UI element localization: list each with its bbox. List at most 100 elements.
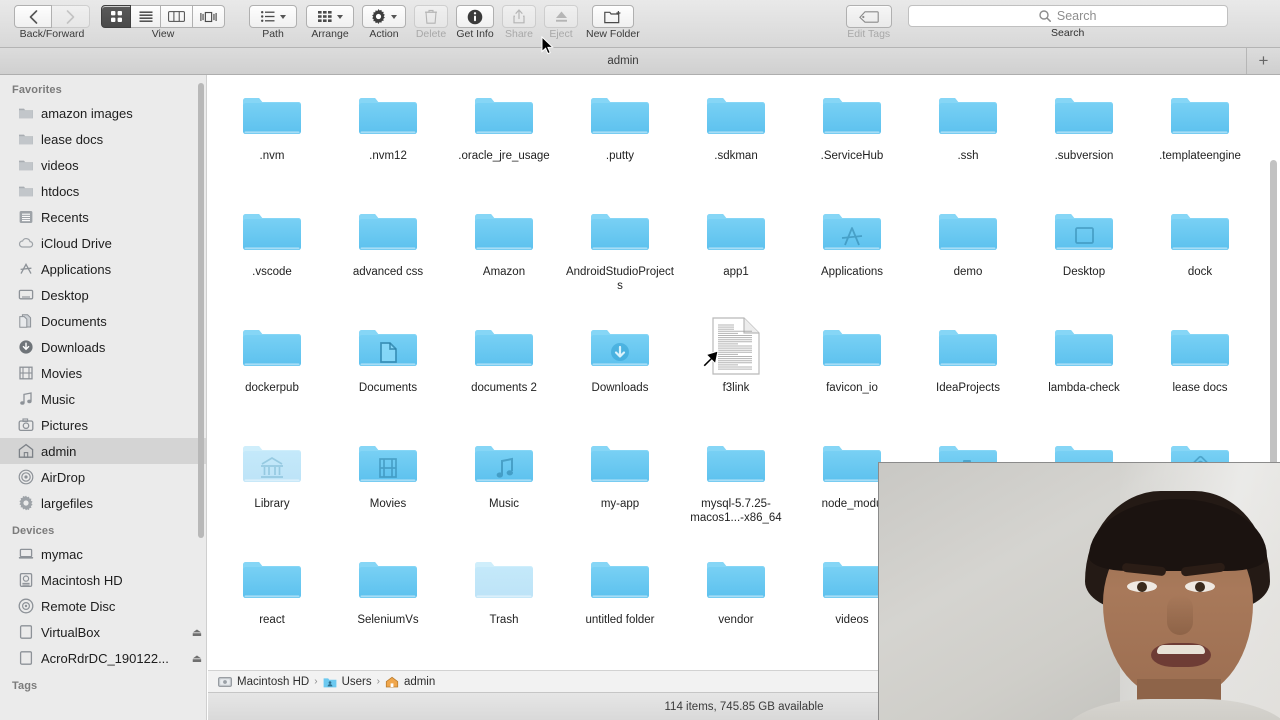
file-item[interactable]: my-app [562,429,678,511]
file-item[interactable]: favicon_io [794,313,910,395]
sidebar-item-music[interactable]: Music [0,386,206,412]
sidebar-item-mymac[interactable]: mymac [0,541,206,567]
sidebar-item-amazon-images[interactable]: amazon images [0,100,206,126]
sidebar-item-applications[interactable]: Applications [0,256,206,282]
file-item[interactable]: Downloads [562,313,678,395]
harddisk-icon [218,676,232,687]
file-item[interactable]: .nvm [214,81,330,163]
sidebar-item-remote-disc[interactable]: Remote Disc [0,593,206,619]
sidebar-item-lease-docs[interactable]: lease docs [0,126,206,152]
home-icon [385,676,399,687]
sidebar-item-label: Remote Disc [41,598,116,614]
file-item[interactable]: .oracle_jre_usage [446,81,562,163]
file-item[interactable]: Music [446,429,562,511]
sidebar-item-htdocs[interactable]: htdocs [0,178,206,204]
sidebar-item-videos[interactable]: videos [0,152,206,178]
delete-button[interactable] [414,5,448,28]
file-item-label: untitled folder [585,614,655,626]
file-item[interactable]: untitled folder [562,545,678,627]
folder-icon [330,545,446,607]
toolbar-group-getinfo: Get Info [456,5,494,40]
file-item[interactable]: app1 [678,197,794,279]
gallery-view-button[interactable] [193,5,225,28]
folder-icon [562,429,678,491]
eject-button[interactable] [544,5,578,28]
sidebar-item-largefiles[interactable]: largefiles [0,490,206,516]
action-button[interactable] [362,5,406,28]
sidebar-item-macintosh-hd[interactable]: Macintosh HD [0,567,206,593]
sidebar-item-acrordrdc-190122[interactable]: AcroRdrDC_190122... ⏏ [0,645,206,671]
file-item[interactable]: Desktop [1026,197,1142,279]
breadcrumb-admin[interactable]: admin [385,676,435,688]
file-item[interactable]: documents 2 [446,313,562,395]
file-item[interactable]: Documents [330,313,446,395]
file-item[interactable]: .vscode [214,197,330,279]
new-tab-button[interactable]: + [1247,48,1280,74]
file-item[interactable]: Movies [330,429,446,511]
file-item[interactable]: Amazon [446,197,562,279]
eject-icon[interactable]: ⏏ [188,626,206,639]
file-item-label: favicon_io [826,382,878,394]
file-item[interactable]: lambda-check [1026,313,1142,395]
file-item[interactable]: mysql-5.7.25-macos1...-x86_64 [678,429,794,525]
file-item[interactable]: Library [214,429,330,511]
breadcrumb-macintosh-hd[interactable]: Macintosh HD [218,676,309,688]
file-item[interactable]: Trash [446,545,562,627]
file-item[interactable]: IdeaProjects [910,313,1026,395]
sidebar-scrollbar[interactable] [198,83,204,538]
file-item[interactable]: .ServiceHub [794,81,910,163]
get-info-button[interactable] [456,5,494,28]
file-item[interactable]: f3link [678,313,794,395]
file-item[interactable]: demo [910,197,1026,279]
file-item[interactable]: dockerpub [214,313,330,395]
file-item[interactable]: .nvm12 [330,81,446,163]
arrange-button[interactable] [306,5,354,28]
info-icon [467,9,483,24]
breadcrumb-separator: › [376,676,380,687]
share-button[interactable] [502,5,536,28]
file-item[interactable]: AndroidStudioProjects [562,197,678,293]
file-item[interactable]: .subversion [1026,81,1142,163]
new-folder-button[interactable] [591,5,634,28]
file-item-label: Documents [358,382,418,394]
edit-tags-button[interactable] [845,5,892,28]
folder-icon [446,313,562,375]
sidebar-item-desktop[interactable]: Desktop [0,282,206,308]
sidebar-item-virtualbox[interactable]: VirtualBox ⏏ [0,619,206,645]
sidebar-item-airdrop[interactable]: AirDrop [0,464,206,490]
file-item[interactable]: .putty [562,81,678,163]
sidebar-item-movies[interactable]: Movies [0,360,206,386]
breadcrumb-users[interactable]: Users [323,676,372,688]
file-item[interactable]: .sdkman [678,81,794,163]
file-item[interactable]: react [214,545,330,627]
folder-icon [910,197,1026,259]
file-item[interactable]: vendor [678,545,794,627]
file-item[interactable]: .ssh [910,81,1026,163]
file-item[interactable]: advanced css [330,197,446,279]
tab-admin[interactable]: admin [0,48,1247,74]
eject-icon[interactable]: ⏏ [188,652,206,665]
column-view-button[interactable] [161,5,193,28]
file-item[interactable]: dock [1142,197,1258,279]
forward-button[interactable] [52,5,90,28]
sidebar-item-pictures[interactable]: Pictures [0,412,206,438]
sidebar-item-documents[interactable]: Documents [0,308,206,334]
file-item[interactable]: Applications [794,197,910,279]
sidebar-item-label: lease docs [41,131,104,147]
back-button[interactable] [14,5,52,28]
search-input[interactable]: Search [907,5,1228,27]
file-item[interactable]: lease docs [1142,313,1258,395]
file-item[interactable]: .templateengine [1142,81,1258,163]
sidebar-item-admin[interactable]: admin [0,438,206,464]
sidebar-item-recents[interactable]: Recents [0,204,206,230]
file-item[interactable]: SeleniumVs [330,545,446,627]
folder-icon [678,429,794,491]
sidebar-item-downloads[interactable]: Downloads [0,334,206,360]
icon-view-button[interactable] [101,5,131,28]
list-view-button[interactable] [131,5,161,28]
sidebar-item-icloud-drive[interactable]: iCloud Drive [0,230,206,256]
toolbar: Back/Forward View Path Arrange Action De… [0,0,1280,48]
path-button[interactable] [249,5,297,28]
file-item-label: .nvm12 [369,150,407,162]
folder-icon [214,313,330,375]
